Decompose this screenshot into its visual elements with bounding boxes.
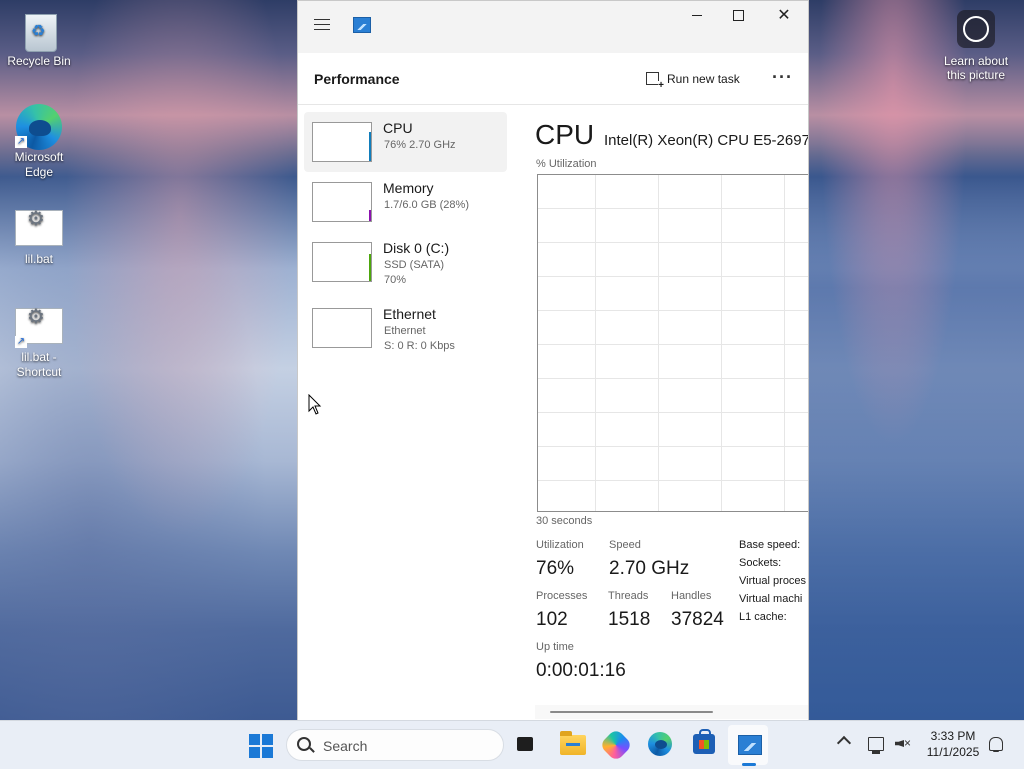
perf-item-detail: 76% 2.70 GHz xyxy=(384,139,456,151)
hamburger-menu-icon[interactable] xyxy=(312,15,332,35)
notifications-bell-icon[interactable] xyxy=(989,737,1003,752)
microsoft-store-icon[interactable] xyxy=(693,729,715,754)
maximize-button[interactable] xyxy=(715,5,761,29)
desktop-icon-label: Recycle Bin xyxy=(7,54,71,68)
shortcut-arrow-icon: ↗ xyxy=(15,136,27,148)
task-manager-icon xyxy=(738,735,762,755)
desktop-icon-recycle-bin[interactable]: ♻ Recycle Bin xyxy=(3,8,75,69)
run-new-task-label: Run new task xyxy=(667,72,740,86)
edge-icon: ↗ xyxy=(15,104,63,150)
handles-value: 37824 xyxy=(671,609,724,630)
virtual-machine-label: Virtual machi xyxy=(739,593,803,605)
recycle-bin-icon: ♻ xyxy=(15,8,63,52)
desktop-icon-lil-bat[interactable]: ⚙ lil.bat xyxy=(3,206,75,267)
detail-title: CPU xyxy=(535,119,595,150)
threads-value: 1518 xyxy=(608,609,651,630)
desktop-icon-label: lil.bat xyxy=(24,252,53,266)
ethernet-thumbnail-graph xyxy=(312,308,372,348)
handles-label: Handles xyxy=(671,590,712,602)
page-header: Performance Run new task ··· xyxy=(298,53,808,104)
wallpaper-right xyxy=(806,0,1024,720)
minimize-button[interactable] xyxy=(674,5,720,29)
perf-item-detail: 70% xyxy=(384,274,407,286)
task-manager-window: ✕ Performance Run new task ··· CPU 76% 2… xyxy=(297,0,809,721)
perf-item-ethernet[interactable]: Ethernet Ethernet S: 0 R: 0 Kbps xyxy=(304,298,507,358)
utilization-label: Utilization xyxy=(536,539,584,551)
processes-label: Processes xyxy=(536,590,588,602)
task-manager-taskbar-button[interactable] xyxy=(728,725,768,765)
graph-time-label: 30 seconds xyxy=(536,515,593,527)
learn-about-picture[interactable]: Learn about this picture xyxy=(936,10,1016,82)
taskbar: Search 3:33 PM 11/1/2025 xyxy=(0,720,1024,769)
edge-taskbar-icon[interactable] xyxy=(648,732,672,756)
sockets-label: Sockets: xyxy=(739,557,782,569)
cpu-utilization-graph xyxy=(537,174,808,512)
uptime-label: Up time xyxy=(536,641,574,653)
clock[interactable]: 3:33 PM 11/1/2025 xyxy=(922,728,984,760)
run-task-icon xyxy=(646,72,664,91)
learn-about-label: Learn about this picture xyxy=(943,54,1009,82)
volume-muted-icon[interactable] xyxy=(895,736,911,751)
uptime-value: 0:00:01:16 xyxy=(536,660,626,681)
taskbar-search[interactable]: Search xyxy=(286,729,504,761)
graph-label: % Utilization xyxy=(536,158,597,170)
run-new-task-button[interactable]: Run new task xyxy=(646,69,740,91)
scrollbar-thumb[interactable] xyxy=(550,711,713,713)
perf-item-name: CPU xyxy=(383,120,413,136)
search-icon xyxy=(297,737,311,751)
processes-value: 102 xyxy=(536,609,568,630)
active-app-indicator xyxy=(742,763,756,766)
perf-item-memory[interactable]: Memory 1.7/6.0 GB (28%) xyxy=(304,172,507,232)
camera-info-icon xyxy=(957,10,995,48)
l1-cache-label: L1 cache: xyxy=(739,611,787,623)
clock-time: 3:33 PM xyxy=(930,729,976,743)
perf-item-detail: 1.7/6.0 GB (28%) xyxy=(384,199,469,211)
utilization-value: 76% xyxy=(536,558,575,579)
desktop-icon-label: lil.bat - Shortcut xyxy=(16,350,62,379)
show-hidden-icons-chevron-icon[interactable] xyxy=(836,735,852,751)
virtual-processors-label: Virtual proces xyxy=(739,575,807,587)
task-manager-logo-icon xyxy=(353,17,371,33)
memory-thumbnail-graph xyxy=(312,182,372,222)
perf-item-detail: SSD (SATA) xyxy=(384,259,445,271)
copilot-icon[interactable] xyxy=(599,728,633,762)
perf-item-detail: Ethernet xyxy=(384,325,426,337)
header-divider xyxy=(298,104,808,105)
task-view-icon[interactable] xyxy=(517,733,538,751)
file-explorer-icon[interactable] xyxy=(560,731,586,755)
perf-item-detail: S: 0 R: 0 Kbps xyxy=(384,340,455,352)
disk-thumbnail-graph xyxy=(312,242,372,282)
network-icon[interactable] xyxy=(868,737,884,754)
title-bar: ✕ xyxy=(298,1,808,53)
speed-value: 2.70 GHz xyxy=(609,558,690,579)
page-title: Performance xyxy=(314,71,400,87)
base-speed-label: Base speed: xyxy=(739,539,801,551)
batch-file-icon: ⚙ ↗ xyxy=(15,304,63,348)
shortcut-arrow-icon: ↗ xyxy=(15,336,27,348)
desktop-icon-lil-bat-shortcut[interactable]: ⚙ ↗ lil.bat - Shortcut xyxy=(3,304,75,380)
desktop-icon-label: Microsoft Edge xyxy=(14,150,64,179)
search-placeholder: Search xyxy=(323,738,368,754)
desktop-icon-edge[interactable]: ↗ Microsoft Edge xyxy=(3,104,75,180)
start-button[interactable] xyxy=(249,734,273,758)
cpu-model: Intel(R) Xeon(R) CPU E5-2697 xyxy=(604,132,809,149)
horizontal-scrollbar[interactable] xyxy=(535,705,808,719)
batch-file-icon: ⚙ xyxy=(15,206,63,250)
close-button[interactable]: ✕ xyxy=(761,5,807,29)
perf-item-cpu[interactable]: CPU 76% 2.70 GHz xyxy=(304,112,507,172)
perf-item-name: Ethernet xyxy=(383,306,436,322)
perf-item-disk[interactable]: Disk 0 (C:) SSD (SATA) 70% xyxy=(304,232,507,292)
speed-label: Speed xyxy=(609,539,641,551)
clock-date: 11/1/2025 xyxy=(926,745,980,759)
more-options-button[interactable]: ··· xyxy=(772,67,793,88)
perf-item-name: Disk 0 (C:) xyxy=(383,240,450,256)
cpu-thumbnail-graph xyxy=(312,122,372,162)
perf-item-name: Memory xyxy=(383,180,434,196)
threads-label: Threads xyxy=(608,590,649,602)
